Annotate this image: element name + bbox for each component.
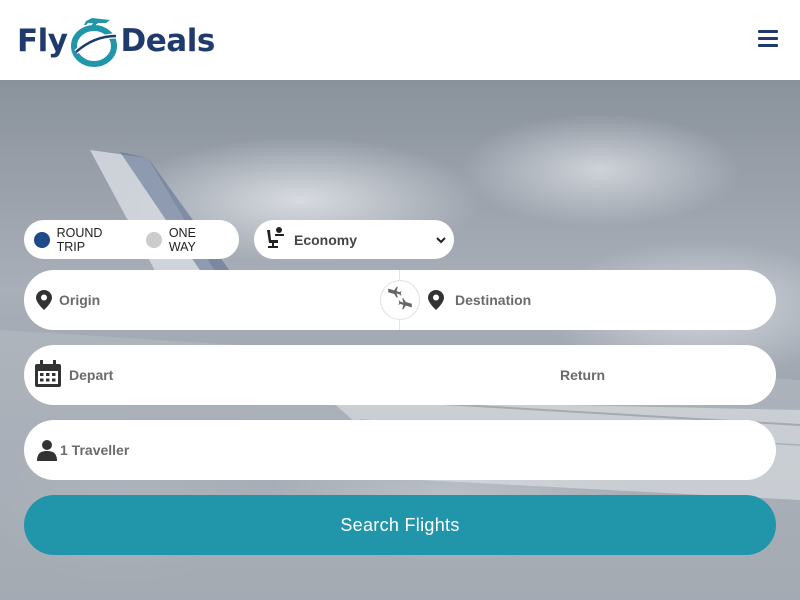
swap-planes-icon (387, 285, 413, 316)
user-icon (37, 439, 57, 466)
depart-date-input[interactable]: Depart (69, 367, 113, 383)
swap-button[interactable] (380, 280, 420, 320)
site-logo[interactable]: Fly Deals (17, 14, 215, 68)
travellers-field[interactable]: 1 Traveller (24, 420, 776, 480)
radio-selected-dot (34, 231, 50, 248)
map-pin-icon (428, 290, 444, 315)
logo-text-fly: Fly (17, 23, 68, 59)
site-header: Fly Deals (0, 0, 800, 80)
return-date-input[interactable]: Return (560, 367, 605, 383)
travellers-value: 1 Traveller (60, 442, 130, 458)
destination-input[interactable]: Destination (455, 292, 531, 308)
hamburger-menu-icon[interactable] (758, 30, 780, 50)
trip-type-selector: ROUND TRIP ONE WAY (24, 220, 239, 259)
map-pin-icon (36, 290, 52, 315)
round-trip-radio[interactable]: ROUND TRIP (34, 226, 132, 254)
origin-input[interactable]: Origin (59, 292, 100, 308)
cabin-class-select[interactable]: Economy (254, 220, 454, 259)
search-flights-button[interactable]: Search Flights (24, 495, 776, 555)
one-way-label: ONE WAY (168, 225, 196, 254)
globe-plane-icon (70, 14, 120, 68)
dates-field: Depart Return (24, 345, 776, 405)
calendar-icon (34, 360, 62, 393)
radio-unselected-dot (146, 231, 162, 248)
chevron-down-icon (436, 231, 446, 249)
round-trip-label: ROUND TRIP (56, 225, 103, 254)
seat-icon (264, 226, 286, 253)
logo-text-deals: Deals (120, 23, 216, 59)
cabin-class-value: Economy (294, 231, 358, 248)
one-way-radio[interactable]: ONE WAY (146, 226, 225, 254)
